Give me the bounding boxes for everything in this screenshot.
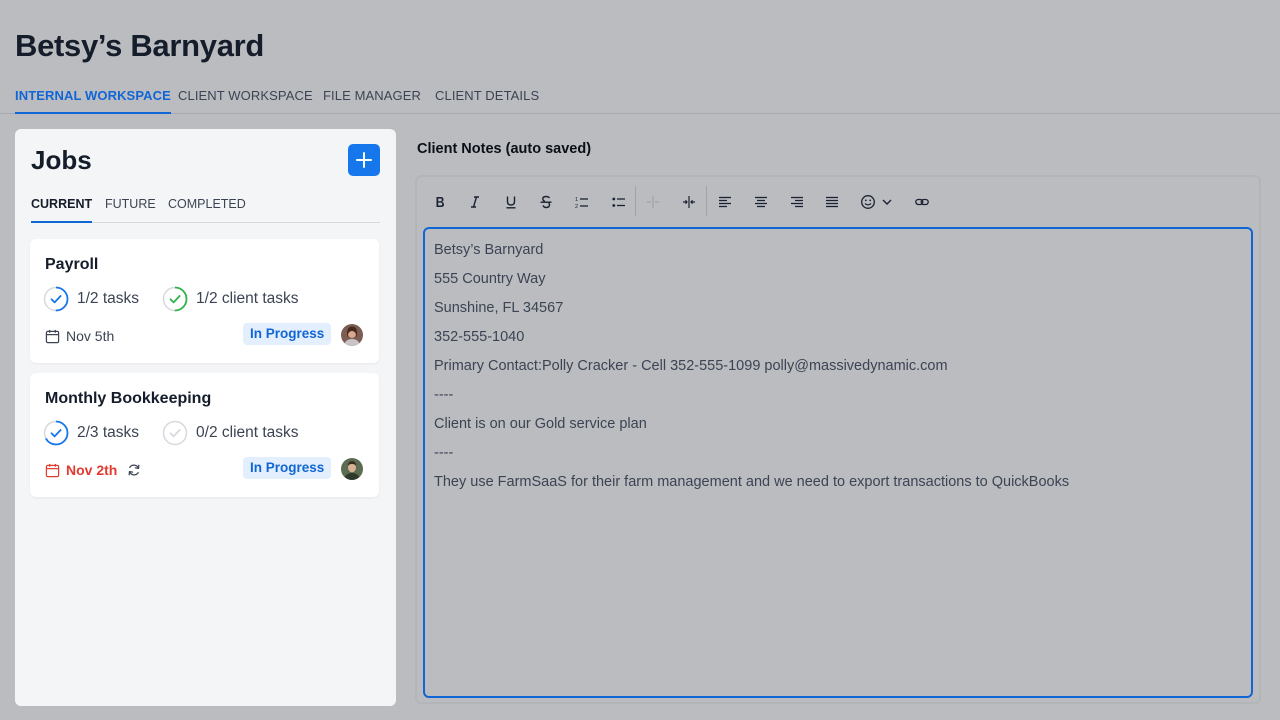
job-card-monthly-bookkeeping[interactable]: Monthly Bookkeeping 2/3 tasks 0/2 client… [30, 373, 379, 497]
tab-future[interactable]: FUTURE [105, 197, 156, 223]
link-icon[interactable] [909, 189, 935, 215]
note-line: Sunshine, FL 34567 [434, 300, 564, 316]
svg-text:1: 1 [575, 197, 578, 203]
editor-toolbar: 12 [417, 177, 1259, 227]
emoji-icon[interactable] [856, 189, 896, 215]
note-line: ---- [434, 387, 454, 403]
align-left-icon[interactable] [712, 189, 738, 215]
client-notes-editor: 12 Betsy’s Barnyard 555 Country Way Suns… [415, 175, 1261, 704]
client-notes-label: Client Notes (auto saved) [417, 141, 592, 157]
note-line: They use FarmSaaS for their farm managem… [434, 474, 1070, 490]
job-name: Monthly Bookkeeping [45, 390, 212, 407]
tab-client-workspace[interactable]: CLIENT WORKSPACE [178, 88, 313, 114]
note-line: Betsy’s Barnyard [434, 242, 544, 258]
align-right-icon[interactable] [784, 189, 810, 215]
strikethrough-icon[interactable] [533, 189, 559, 215]
italic-icon[interactable] [462, 189, 488, 215]
client-tasks-count: 0/2 client tasks [196, 424, 299, 441]
svg-text:2: 2 [575, 204, 578, 209]
bold-icon[interactable] [427, 189, 453, 215]
bullet-list-icon[interactable] [606, 189, 632, 215]
tab-completed[interactable]: COMPLETED [168, 197, 246, 223]
chevron-down-icon [882, 199, 891, 205]
tab-internal-workspace[interactable]: INTERNAL WORKSPACE [15, 88, 171, 114]
tasks-count: 1/2 tasks [77, 290, 140, 307]
align-center-icon[interactable] [748, 189, 774, 215]
jobs-title: Jobs [31, 145, 92, 175]
task-progress-row: 1/2 tasks 1/2 client tasks [43, 286, 299, 312]
tab-client-details[interactable]: CLIENT DETAILS [435, 88, 539, 114]
calendar-icon [45, 463, 60, 477]
tasks-count: 2/3 tasks [77, 424, 140, 441]
recurring-icon [128, 464, 140, 476]
due-date-text: Nov 5th [66, 328, 115, 344]
avatar[interactable] [341, 324, 363, 346]
due-date: Nov 2th [45, 460, 141, 480]
ordered-list-icon[interactable]: 12 [569, 189, 595, 215]
client-task-progress-icon [162, 286, 188, 312]
indent-icon[interactable] [676, 189, 702, 215]
page-title: Betsy’s Barnyard [15, 28, 265, 63]
note-line: Primary Contact:Polly Cracker - Cell 352… [434, 358, 948, 374]
due-date: Nov 5th [45, 326, 114, 346]
task-progress-row: 2/3 tasks 0/2 client tasks [43, 420, 299, 446]
add-job-button[interactable] [348, 144, 380, 176]
note-line: Client is on our Gold service plan [434, 416, 647, 432]
job-name: Payroll [45, 256, 99, 273]
workspace-tabs: INTERNAL WORKSPACE CLIENT WORKSPACE FILE… [0, 80, 1280, 114]
justify-icon[interactable] [819, 189, 845, 215]
client-task-progress-icon [162, 420, 188, 446]
jobs-panel: Jobs CURRENT FUTURE COMPLETED Payroll 1/… [15, 129, 396, 706]
task-progress-icon [43, 420, 69, 446]
note-line: ---- [434, 445, 454, 461]
job-tabs: CURRENT FUTURE COMPLETED [31, 193, 380, 223]
calendar-icon [45, 329, 60, 343]
underline-icon[interactable] [498, 189, 524, 215]
tab-current[interactable]: CURRENT [31, 197, 93, 223]
note-line: 555 Country Way [434, 271, 546, 287]
note-line: 352-555-1040 [434, 329, 525, 345]
avatar[interactable] [341, 458, 363, 480]
outdent-icon[interactable] [640, 189, 666, 215]
status-badge: In Progress [243, 457, 332, 479]
tab-file-manager[interactable]: FILE MANAGER [323, 88, 421, 114]
task-progress-icon [43, 286, 69, 312]
status-badge: In Progress [243, 323, 332, 345]
job-card-payroll[interactable]: Payroll 1/2 tasks 1/2 client tasks Nov 5… [30, 239, 379, 363]
client-notes-textarea[interactable]: Betsy’s Barnyard 555 Country Way Sunshin… [423, 227, 1253, 698]
due-date-text: Nov 2th [66, 462, 118, 478]
client-tasks-count: 1/2 client tasks [196, 290, 299, 307]
